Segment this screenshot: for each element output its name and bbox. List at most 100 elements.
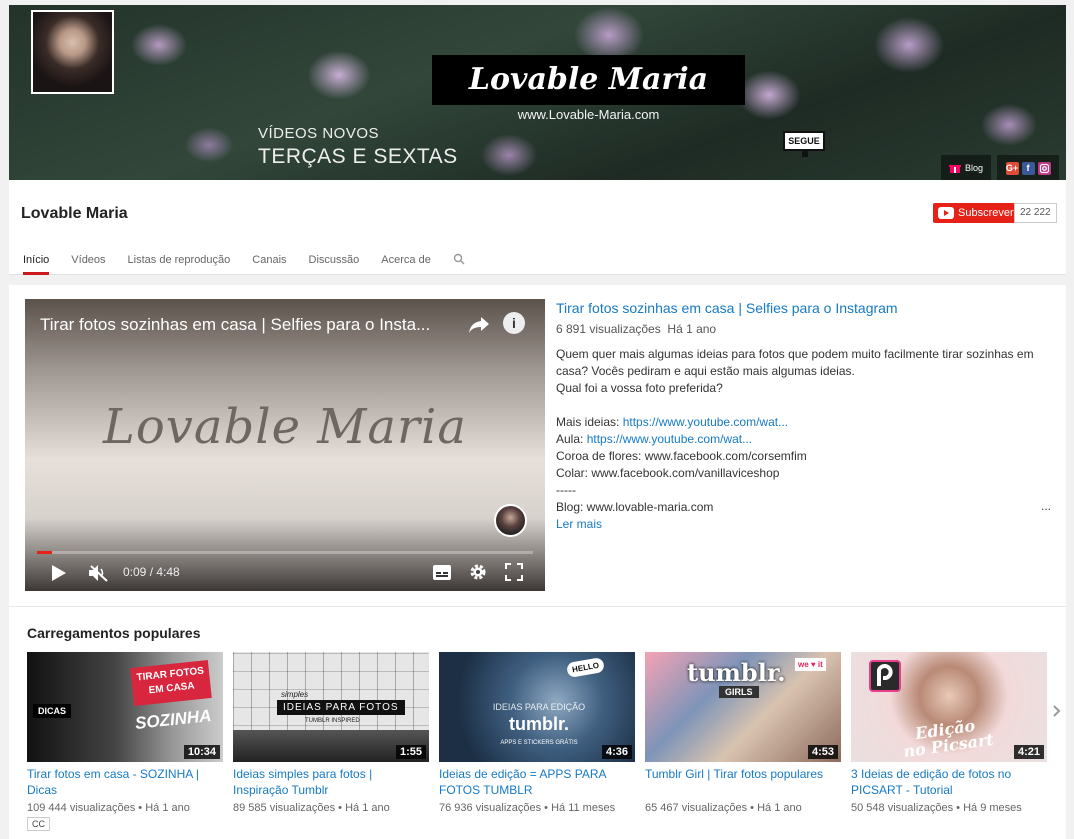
picsart-logo-icon [877,664,893,686]
thumb-text: SOZINHA [134,706,213,733]
thumb-text: DICAS [33,704,72,718]
duration-badge: 10:34 [183,745,220,759]
video-meta: 109 444 visualizações • Há 1 ano [27,802,190,814]
description-line: Aula: https://www.youtube.com/wat... [556,432,753,446]
progress-fill [37,551,53,554]
banner-social-links: G+ f [997,155,1059,180]
video-meta: 65 467 visualizações • Há 1 ano [645,802,802,814]
thumb-text: IDEIAS PARA EDIÇÃO [492,702,586,712]
segue-sticker: SEGUE [783,131,825,157]
popular-uploads-title[interactable]: Carregamentos populares [27,625,201,641]
cc-badge: CC [27,817,50,831]
tab-about[interactable]: Acerca de [381,246,431,275]
description-text: Quem quer mais algumas ideias para fotos… [556,346,1051,533]
video-title[interactable]: Ideias simples para fotos | Inspiração T… [233,766,429,800]
tab-channels[interactable]: Canais [252,246,286,275]
aula-link[interactable]: https://www.youtube.com/wat... [587,432,752,446]
description-line: Blog: www.lovable-maria.com [556,500,714,514]
section-divider [9,606,1066,607]
play-icon[interactable] [52,565,66,581]
video-card[interactable]: simples IDEIAS PARA FOTOS TUMBLR INSPIRE… [233,652,429,814]
video-title[interactable]: Tirar fotos em casa - SOZINHA | Dicas [27,766,223,800]
chevron-right-icon[interactable] [1053,705,1061,717]
video-card[interactable]: Edição no Picsart 4:21 3 Ideias de ediçã… [851,652,1047,814]
read-more-link[interactable]: Ler mais [556,516,1051,533]
video-watermark: Lovable Maria [103,399,467,455]
banner-logo: Lovable Maria [432,55,745,105]
subscriber-count: 22 222 [1014,203,1057,223]
duration-badge: 4:21 [1013,745,1044,759]
tab-inicio[interactable]: Início [23,246,50,275]
main-content: Tirar fotos sozinhas em casa | Selfies p… [9,285,1066,839]
video-thumbnail[interactable]: TIRAR FOTOS EM CASA SOZINHA DICAS 10:34 [27,652,223,762]
video-title[interactable]: 3 Ideias de edição de fotos no PICSART -… [851,766,1047,800]
video-title[interactable]: Tumblr Girl | Tirar fotos populares [645,766,841,800]
thumb-text: tumblr. [508,714,569,734]
subtitles-icon[interactable] [433,565,451,580]
tab-videos[interactable]: Vídeos [71,246,105,275]
mute-icon[interactable] [89,564,109,582]
video-player[interactable]: Tirar fotos sozinhas em casa | Selfies p… [25,299,545,591]
thumb-text: TUMBLR INSPIRED [305,718,360,724]
description-line: Colar: www.facebook.com/vanillaviceshop [556,466,780,480]
player-title[interactable]: Tirar fotos sozinhas em casa | Selfies p… [40,315,460,335]
gift-icon [949,165,961,173]
thumb-text: HELLO [565,656,606,679]
description-ellipsis: ... [1040,499,1051,513]
video-meta: 76 936 visualizações • Há 11 meses [439,802,616,814]
video-card[interactable]: TIRAR FOTOS EM CASA SOZINHA DICAS 10:34 … [27,652,223,832]
channel-banner: Lovable Maria www.Lovable-Maria.com VÍDE… [9,5,1066,180]
channel-tabs: Início Vídeos Listas de reprodução Canai… [9,246,431,275]
description-line: Quem quer mais algumas ideias para fotos… [556,347,1034,378]
time-display: 0:09 / 4:48 [123,565,180,579]
tab-discussion[interactable]: Discussão [309,246,360,275]
thumb-text: IDEIAS PARA FOTOS [277,700,405,715]
facebook-icon[interactable]: f [1021,161,1035,175]
duration-badge: 4:53 [807,745,838,759]
youtube-play-icon [938,207,954,219]
description-line: Qual foi a vossa foto preferida? [556,381,723,395]
channel-watermark-avatar[interactable] [494,504,527,537]
subscribe-label: Subscrever [958,207,1014,219]
video-card[interactable]: HELLO IDEIAS PARA EDIÇÃO tumblr. APPS E … [439,652,635,814]
video-meta: 89 585 visualizações • Há 1 ano [233,802,390,814]
mais-ideias-link[interactable]: https://www.youtube.com/wat... [623,415,788,429]
google-plus-icon[interactable]: G+ [1005,161,1019,175]
upload-age: Há 1 ano [667,322,717,336]
settings-gear-icon[interactable] [469,563,487,581]
description-line: Mais ideias: https://www.youtube.com/wat… [556,415,789,429]
featured-video-title[interactable]: Tirar fotos sozinhas em casa | Selfies p… [556,299,1051,317]
duration-badge: 4:36 [601,745,632,759]
blog-label: Blog [965,163,984,173]
channel-header: Lovable Maria Subscrever 22 222 Início V… [9,180,1066,275]
featured-video-meta: 6 891 visualizações Há 1 ano [556,322,1051,336]
banner-url: www.Lovable-Maria.com [517,107,660,122]
banner-blog-link[interactable]: Blog [941,155,992,180]
duration-badge: 1:55 [395,745,426,759]
thumb-text: simples [281,690,309,699]
channel-avatar[interactable] [31,10,114,94]
video-thumbnail[interactable]: Edição no Picsart 4:21 [851,652,1047,762]
description-line: ----- [556,483,576,497]
share-icon[interactable] [467,313,491,335]
video-thumbnail[interactable]: HELLO IDEIAS PARA EDIÇÃO tumblr. APPS E … [439,652,635,762]
progress-bar[interactable] [37,551,533,554]
fullscreen-icon[interactable] [505,563,523,581]
tab-playlists[interactable]: Listas de reprodução [128,246,231,275]
video-meta: 50 548 visualizações • Há 9 meses [851,802,1022,814]
video-title[interactable]: Ideias de edição = APPS PARA FOTOS TUMBL… [439,766,635,800]
banner-tagline-2: TERÇAS E SEXTAS [258,145,458,168]
instagram-icon[interactable] [1037,161,1051,175]
video-card[interactable]: tumblr. GIRLS we ♥ it 4:53 Tumblr Girl |… [645,652,841,814]
video-thumbnail[interactable]: tumblr. GIRLS we ♥ it 4:53 [645,652,841,762]
view-count: 6 891 visualizações [556,322,661,336]
thumb-text: we ♥ it [795,658,826,671]
subscribe-button[interactable]: Subscrever [933,203,1022,223]
description-line: Coroa de flores: www.facebook.com/corsem… [556,449,807,463]
thumb-text: tumblr. [687,658,786,687]
info-icon[interactable]: i [503,312,525,334]
thumb-text: APPS E STICKERS GRÁTIS [500,740,578,746]
search-icon[interactable] [453,253,465,265]
video-thumbnail[interactable]: simples IDEIAS PARA FOTOS TUMBLR INSPIRE… [233,652,429,762]
video-description-panel: Tirar fotos sozinhas em casa | Selfies p… [556,299,1051,533]
